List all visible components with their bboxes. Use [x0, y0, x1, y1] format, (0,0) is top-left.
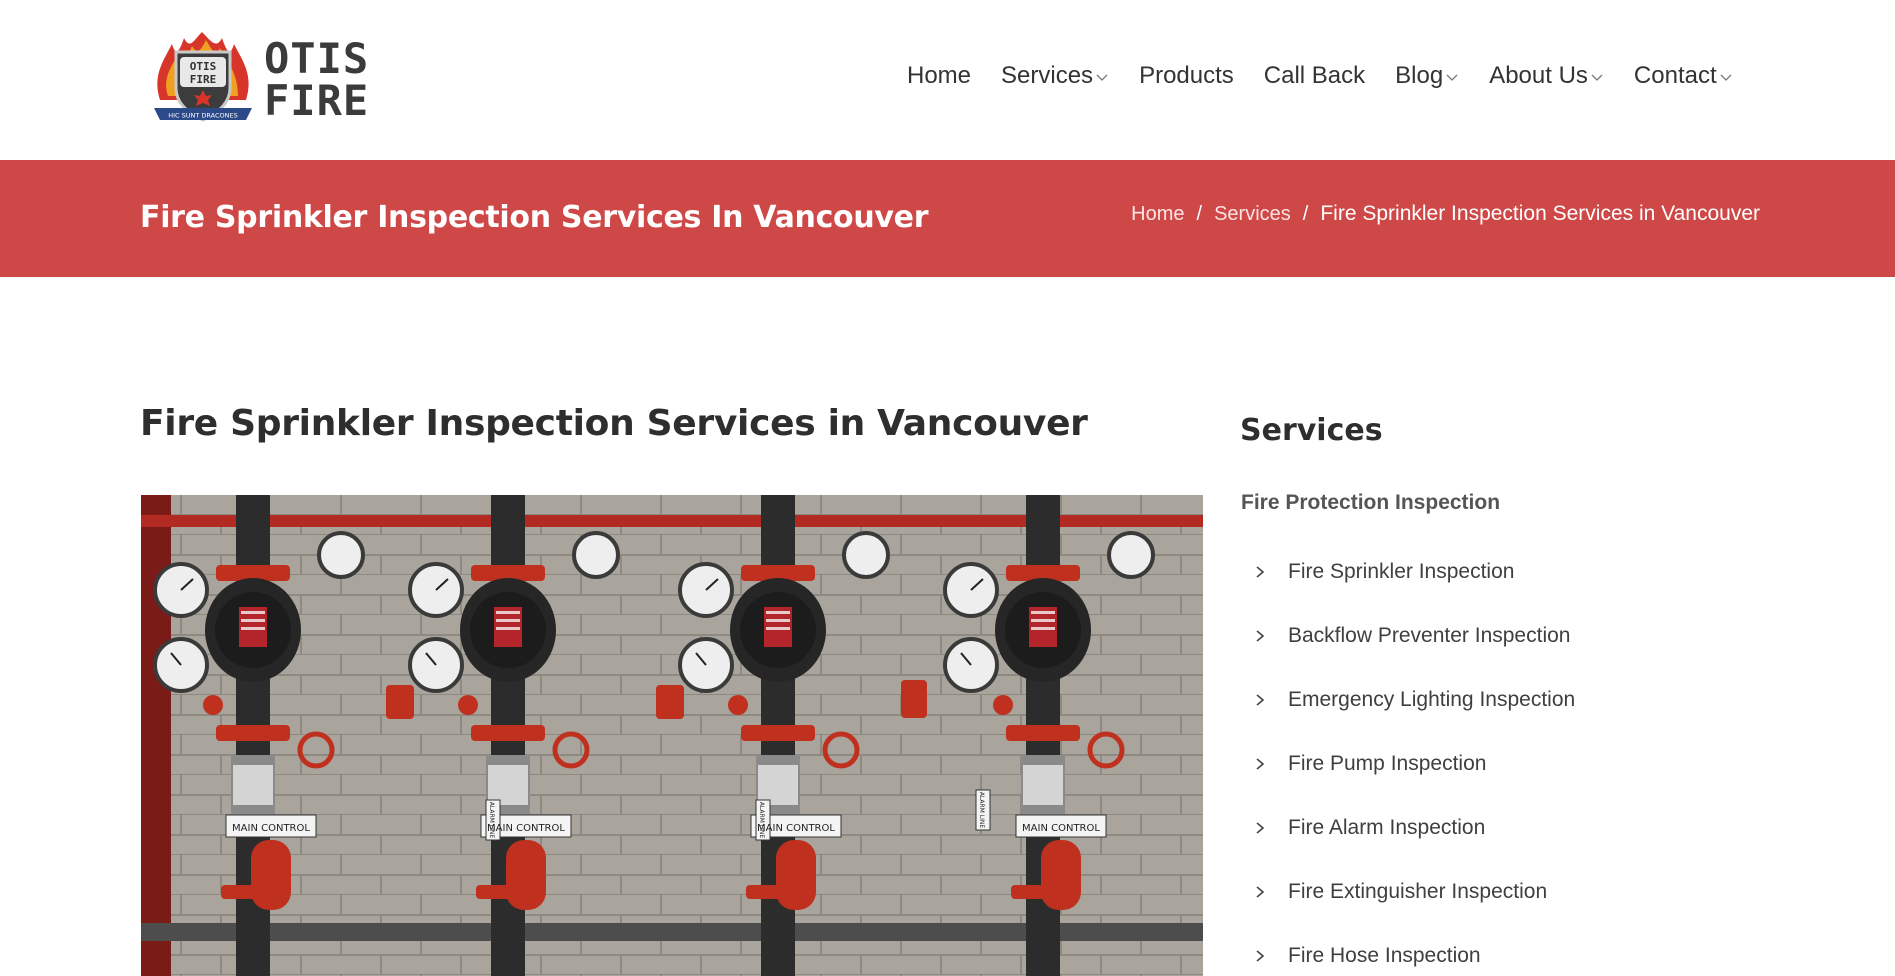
site-logo[interactable]: OTIS FIRE HIC SUNT DRACONES OTIS FIRE	[150, 30, 368, 130]
photo-tag-label: MAIN CONTROL	[487, 823, 565, 834]
nav-label: About Us	[1489, 62, 1588, 89]
nav-label: Call Back	[1263, 62, 1366, 89]
sidebar-service-list: Fire Sprinkler Inspection Backflow Preve…	[1254, 540, 1575, 976]
sidebar-item-emergency-lighting[interactable]: Emergency Lighting Inspection	[1254, 668, 1575, 732]
nav-item-contact[interactable]: Contact	[1634, 62, 1733, 90]
nav-item-home[interactable]: Home	[907, 62, 971, 90]
sidebar-item-label: Fire Pump Inspection	[1288, 752, 1487, 775]
nav-item-products[interactable]: Products	[1139, 62, 1234, 90]
sidebar-item-label: Fire Alarm Inspection	[1288, 816, 1486, 839]
chevron-down-icon	[1096, 74, 1108, 81]
chevron-right-icon	[1256, 758, 1265, 770]
nav-label: Contact	[1633, 62, 1717, 89]
breadcrumb-services-link[interactable]: Services	[1214, 203, 1291, 226]
sidebar-item-fire-sprinkler[interactable]: Fire Sprinkler Inspection	[1254, 540, 1575, 604]
nav-label: Home	[907, 62, 972, 89]
photo-tag-label: MAIN CONTROL	[757, 823, 835, 834]
badge-line2: FIRE	[190, 73, 217, 86]
sidebar-item-label: Fire Sprinkler Inspection	[1288, 560, 1515, 583]
main-nav: Home Services Products Call Back Blog Ab…	[907, 60, 1733, 92]
sidebar-item-fire-hose[interactable]: Fire Hose Inspection	[1254, 924, 1575, 976]
chevron-right-icon	[1256, 566, 1265, 578]
chevron-right-icon	[1256, 630, 1265, 642]
nav-item-call-back[interactable]: Call Back	[1264, 62, 1365, 90]
sidebar-item-fire-extinguisher[interactable]: Fire Extinguisher Inspection	[1254, 860, 1575, 924]
breadcrumb-current: Fire Sprinkler Inspection Services in Va…	[1320, 202, 1760, 225]
nav-label: Services	[1001, 62, 1094, 89]
logo-motto: HIC SUNT DRACONES	[168, 112, 238, 120]
logo-wordmark: OTIS FIRE	[264, 38, 369, 122]
chevron-down-icon	[1446, 74, 1458, 81]
breadcrumb-separator: /	[1196, 202, 1203, 225]
nav-label: Products	[1139, 62, 1234, 89]
sidebar-title: Services	[1240, 413, 1383, 448]
sprinkler-riser-photo: MAIN CONTROL ALARM LINE MAIN CONTROL ALA…	[141, 495, 1203, 976]
sidebar-item-label: Fire Hose Inspection	[1288, 944, 1481, 967]
page-title: Fire Sprinkler Inspection Services In Va…	[140, 200, 929, 235]
logo-line2: FIRE	[264, 76, 370, 125]
content-heading: Fire Sprinkler Inspection Services in Va…	[140, 403, 1088, 444]
sidebar-item-label: Fire Extinguisher Inspection	[1288, 880, 1548, 903]
logo-badge-icon: OTIS FIRE HIC SUNT DRACONES	[150, 30, 256, 130]
badge-line1: OTIS	[190, 60, 217, 73]
photo-tag-label: MAIN CONTROL	[232, 823, 310, 834]
sprinkler-riser-illustration: MAIN CONTROL ALARM LINE MAIN CONTROL ALA…	[141, 495, 1203, 976]
sidebar-item-fire-pump[interactable]: Fire Pump Inspection	[1254, 732, 1575, 796]
sidebar-item-label: Emergency Lighting Inspection	[1288, 688, 1576, 711]
sidebar-item-label: Backflow Preventer Inspection	[1288, 624, 1571, 647]
chevron-down-icon	[1591, 74, 1603, 81]
breadcrumb-separator: /	[1302, 202, 1309, 225]
nav-label: Blog	[1395, 62, 1444, 89]
nav-item-about-us[interactable]: About Us	[1489, 62, 1604, 90]
sidebar-item-backflow-preventer[interactable]: Backflow Preventer Inspection	[1254, 604, 1575, 668]
chevron-right-icon	[1256, 694, 1265, 706]
sidebar-item-fire-alarm[interactable]: Fire Alarm Inspection	[1254, 796, 1575, 860]
breadcrumb: Home / Services / Fire Sprinkler Inspect…	[1131, 202, 1760, 226]
sidebar-section-title[interactable]: Fire Protection Inspection	[1241, 491, 1500, 515]
photo-tag-label: ALARM LINE	[978, 792, 985, 829]
photo-tag-label: MAIN CONTROL	[1022, 823, 1100, 834]
page-title-bar: Fire Sprinkler Inspection Services In Va…	[0, 160, 1895, 277]
site-header: OTIS FIRE HIC SUNT DRACONES OTIS FIRE Ho…	[0, 0, 1895, 160]
nav-item-services[interactable]: Services	[1001, 62, 1109, 90]
breadcrumb-home-link[interactable]: Home	[1131, 203, 1184, 226]
chevron-right-icon	[1256, 886, 1265, 898]
chevron-right-icon	[1256, 950, 1265, 962]
nav-item-blog[interactable]: Blog	[1395, 62, 1459, 90]
chevron-down-icon	[1720, 74, 1732, 81]
logo-line1: OTIS	[264, 34, 370, 83]
chevron-right-icon	[1256, 822, 1265, 834]
